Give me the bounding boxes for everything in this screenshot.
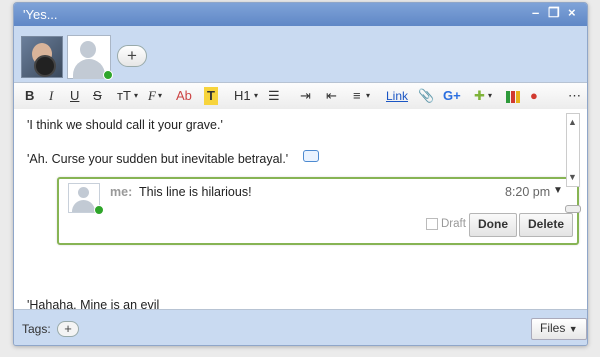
attachment-icon[interactable]: 📎 xyxy=(418,87,434,105)
files-button[interactable]: Files ▼ xyxy=(531,318,587,340)
participant-avatar-photo[interactable] xyxy=(21,36,63,78)
font-size-button[interactable]: тT xyxy=(117,87,131,105)
online-status-icon xyxy=(103,70,113,80)
draft-toggle[interactable]: Draft xyxy=(426,218,466,230)
files-dropdown-icon: ▼ xyxy=(568,324,578,334)
tags-label: Tags: xyxy=(22,322,51,336)
scroll-up-icon[interactable]: ▲ xyxy=(568,117,577,127)
title-bar: 'Yes... – ❐ × xyxy=(14,3,587,26)
font-family-dropdown-icon[interactable]: ▾ xyxy=(158,87,162,105)
scrollbar[interactable]: ▲ ▼ xyxy=(566,113,580,187)
restore-icon[interactable]: ❐ xyxy=(548,5,560,21)
heading-button[interactable]: H1 xyxy=(234,87,251,105)
participants-bar: + xyxy=(14,26,587,82)
add-tag-button[interactable]: + xyxy=(57,321,79,337)
minimize-icon[interactable]: – xyxy=(532,5,539,20)
outdent-icon[interactable]: ⇤ xyxy=(326,87,337,105)
extensions-icon[interactable]: ✚ xyxy=(474,87,485,105)
bold-button[interactable]: B xyxy=(25,87,34,105)
align-dropdown-icon[interactable]: ▾ xyxy=(366,87,370,105)
font-size-dropdown-icon[interactable]: ▾ xyxy=(134,87,138,105)
reply-text[interactable]: This line is hilarious! xyxy=(139,185,252,199)
strikethrough-button[interactable]: S xyxy=(93,87,102,105)
scroll-down-icon[interactable]: ▼ xyxy=(568,172,577,182)
google-search-icon[interactable]: G+ xyxy=(443,87,461,105)
text-color-button[interactable]: Ab xyxy=(176,87,192,105)
italic-button[interactable]: I xyxy=(49,87,53,105)
reply-author: me: xyxy=(110,185,133,199)
wave-window: 'Yes... – ❐ × + B I U S тT ▾ F ▾ Ab T H1… xyxy=(13,2,588,346)
reply-online-icon xyxy=(94,205,104,215)
close-icon[interactable]: × xyxy=(568,5,576,20)
poll-gadget-icon[interactable] xyxy=(506,87,520,105)
window-title: 'Yes... xyxy=(23,7,58,22)
blip-line-3: 'Hahaha. Mine is an evil xyxy=(27,298,160,309)
draft-checkbox[interactable] xyxy=(426,218,438,230)
reply-menu-icon[interactable]: ▼ xyxy=(553,185,563,196)
wave-footer: Tags: + Files ▼ xyxy=(14,309,587,345)
font-family-button[interactable]: F xyxy=(148,87,156,105)
comment-bubble-icon[interactable] xyxy=(303,150,319,162)
blip-line-2: 'Ah. Curse your sudden but inevitable be… xyxy=(27,152,289,166)
wave-editor[interactable]: 'I think we should call it your grave.' … xyxy=(14,109,587,309)
reply-timestamp: 8:20 pm xyxy=(505,185,551,199)
underline-button[interactable]: U xyxy=(70,87,79,105)
extensions-dropdown-icon[interactable]: ▾ xyxy=(488,87,492,105)
files-label: Files xyxy=(540,321,566,335)
add-participant-button[interactable]: + xyxy=(117,45,147,67)
delete-button[interactable]: Delete xyxy=(519,213,574,237)
map-pin-icon[interactable]: ● xyxy=(530,87,538,105)
blip-line-1: 'I think we should call it your grave.' xyxy=(27,118,223,132)
inline-reply: me: This line is hilarious! 8:20 pm ▼ Dr… xyxy=(57,177,579,245)
bullet-list-icon[interactable]: ☰ xyxy=(268,87,280,105)
formatting-toolbar: B I U S тT ▾ F ▾ Ab T H1 ▾ ☰ ⇥ ⇤ ≡ ▾ Lin… xyxy=(14,82,587,110)
highlight-button[interactable]: T xyxy=(204,87,218,105)
link-button[interactable]: Link xyxy=(386,87,408,105)
indent-icon[interactable]: ⇥ xyxy=(300,87,311,105)
align-icon[interactable]: ≡ xyxy=(353,87,361,105)
scroll-handle[interactable] xyxy=(565,205,581,213)
heading-dropdown-icon[interactable]: ▾ xyxy=(254,87,258,105)
draft-label: Draft xyxy=(441,218,466,231)
done-button[interactable]: Done xyxy=(469,213,517,237)
more-options-icon[interactable]: ⋯ xyxy=(568,87,581,105)
